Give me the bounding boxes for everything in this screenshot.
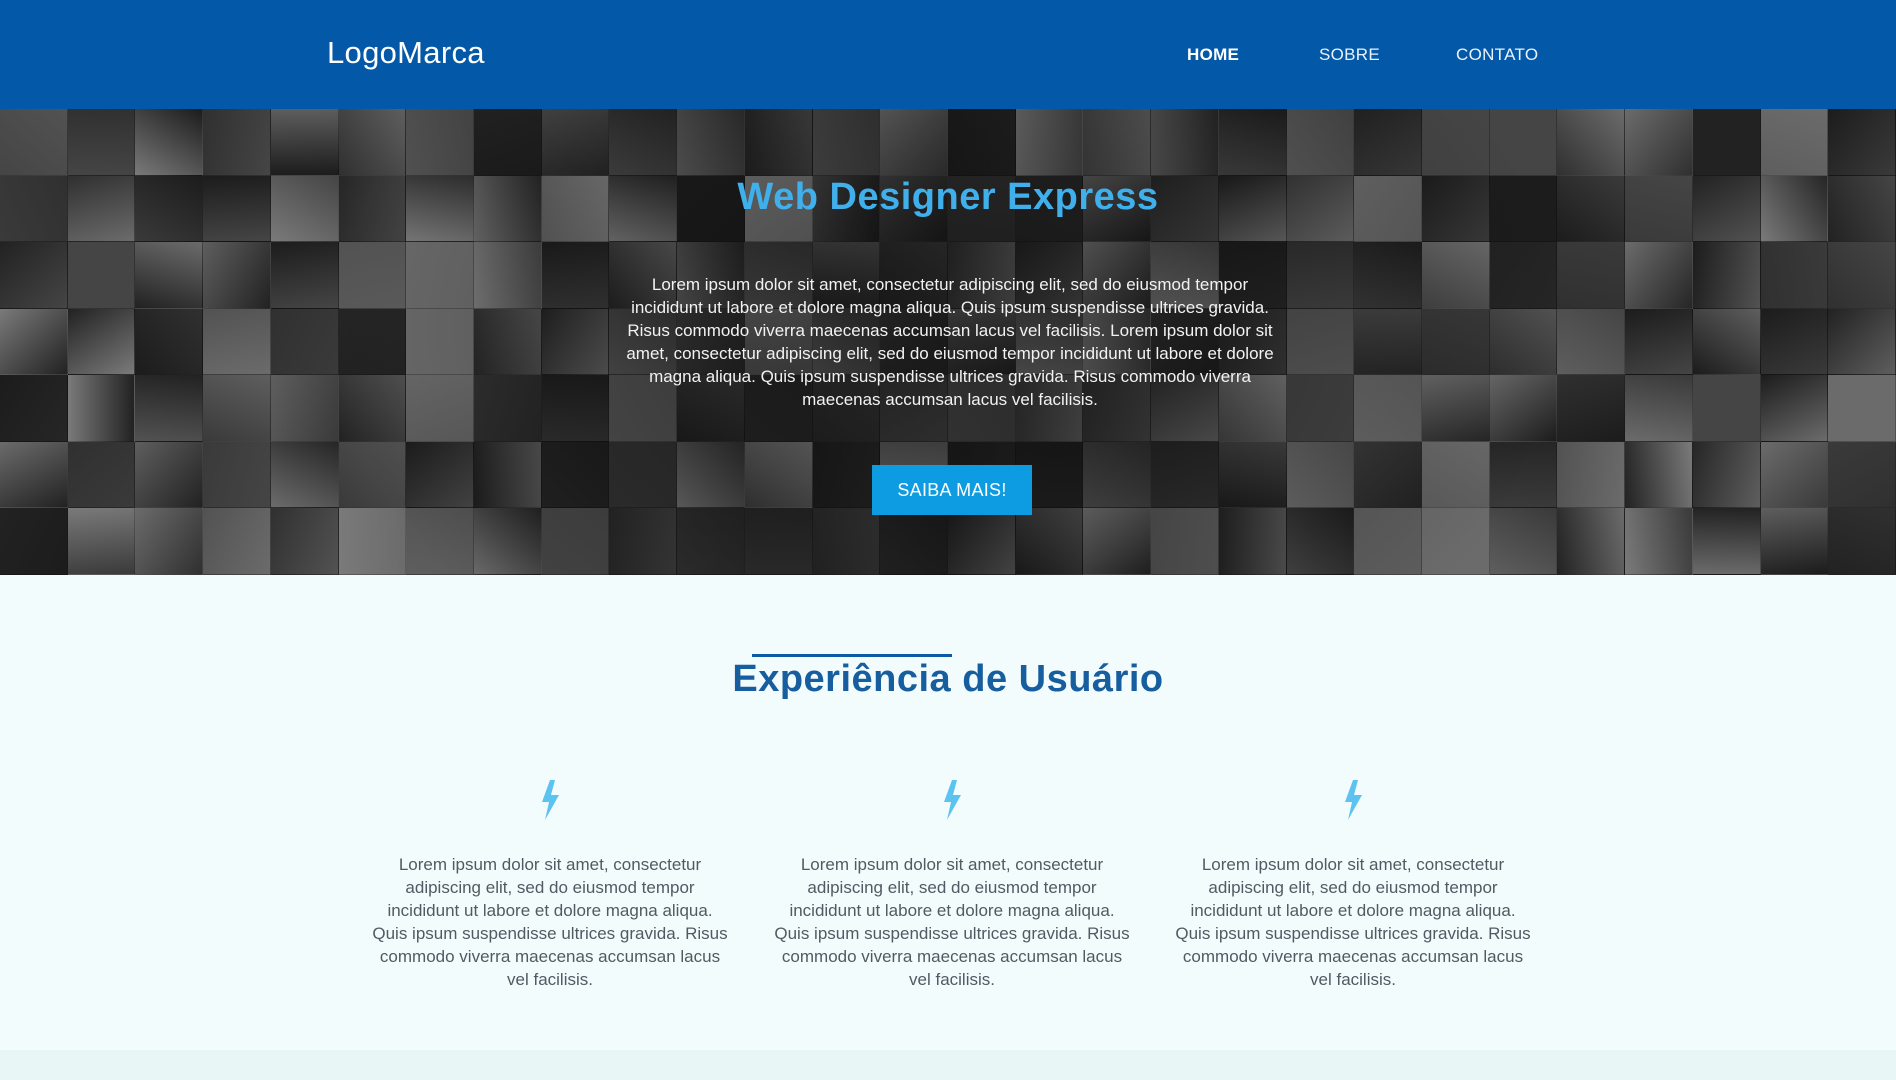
nav-home-link[interactable]: HOME: [1187, 45, 1239, 65]
features-section: Experiência de Usuário Lorem ipsum dolor…: [0, 575, 1896, 1050]
section-title: Experiência de Usuário: [732, 658, 1164, 700]
section-title-underline: [752, 654, 952, 657]
feature-text: Lorem ipsum dolor sit amet, consectetur …: [372, 855, 728, 989]
lightning-bolt-icon: [542, 780, 559, 820]
feature-card: Lorem ipsum dolor sit amet, consectetur …: [1168, 780, 1538, 991]
main-nav: HOME SOBRE CONTATO: [0, 0, 1896, 109]
feature-card: Lorem ipsum dolor sit amet, consectetur …: [365, 780, 735, 991]
hero-description: Lorem ipsum dolor sit amet, consectetur …: [626, 275, 1274, 409]
lightning-bolt-icon: [1345, 780, 1362, 820]
site-header: LogoMarca HOME SOBRE CONTATO: [0, 0, 1896, 109]
nav-sobre-link[interactable]: SOBRE: [1319, 45, 1380, 65]
feature-text: Lorem ipsum dolor sit amet, consectetur …: [774, 855, 1130, 989]
lightning-bolt-icon: [944, 780, 961, 820]
nav-contato-link[interactable]: CONTATO: [1456, 45, 1538, 65]
feature-text: Lorem ipsum dolor sit amet, consectetur …: [1175, 855, 1531, 989]
feature-card: Lorem ipsum dolor sit amet, consectetur …: [767, 780, 1137, 991]
hero-banner: Web Designer Express Lorem ipsum dolor s…: [0, 109, 1896, 575]
hero-title: Web Designer Express: [737, 176, 1159, 218]
saiba-mais-button[interactable]: SAIBA MAIS!: [872, 465, 1032, 515]
